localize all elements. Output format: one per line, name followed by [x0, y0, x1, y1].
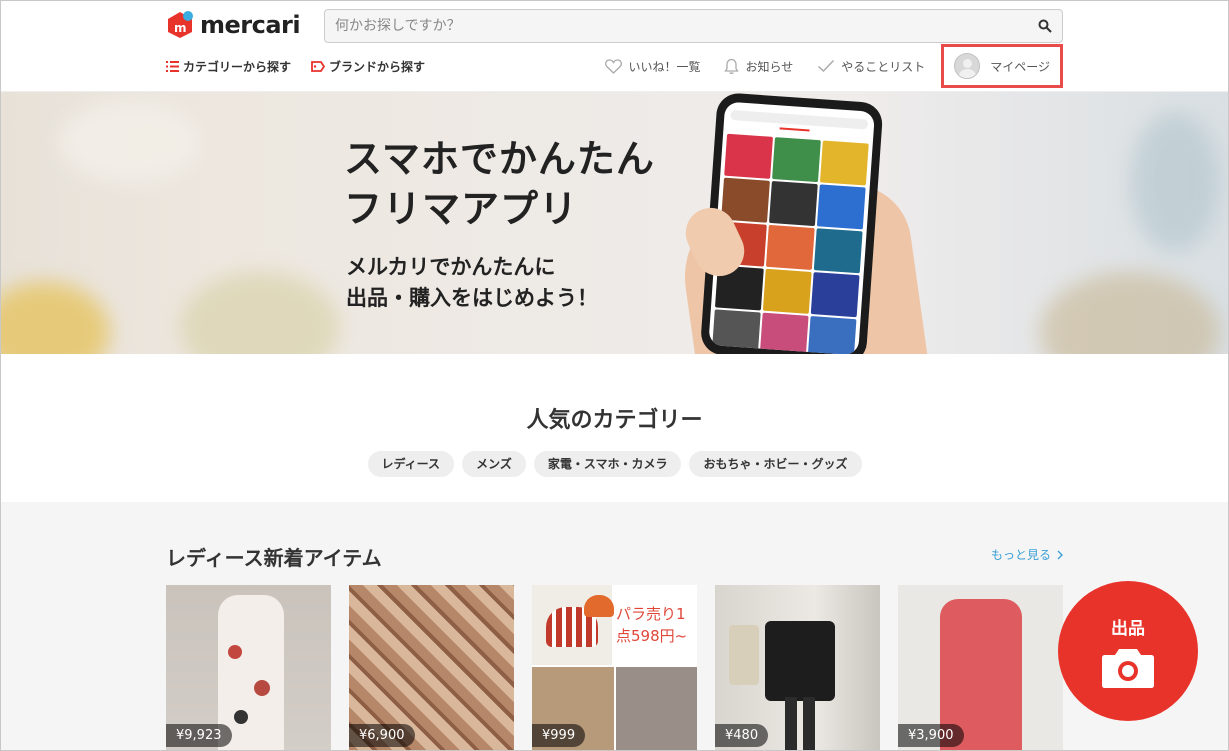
logo-text: mercari [200, 11, 301, 39]
search-button[interactable] [1028, 10, 1062, 42]
item-price: ¥999 [532, 724, 586, 747]
checkmark-icon [818, 59, 835, 73]
chevron-right-icon [1057, 550, 1063, 559]
chip-mens[interactable]: メンズ [462, 451, 526, 477]
item-price: ¥6,900 [349, 724, 415, 747]
phone-thumb [765, 224, 815, 270]
item-photo-pattern [228, 645, 242, 659]
phone-thumb [816, 184, 866, 230]
item-overlay-text: パラ売り1 点598円~ [616, 603, 687, 647]
item-grid: ¥9,923 ¥6,900 パラ売り1 点598円~ ¥999 ¥480 ¥3,… [166, 585, 1063, 751]
item-photo [785, 697, 797, 751]
heart-icon [605, 58, 623, 74]
item-photo [616, 667, 697, 751]
popular-categories-title: 人気のカテゴリー [526, 408, 703, 433]
new-items-title: レディース新着アイテム [166, 546, 382, 570]
nav-category-label: カテゴリーから探す [183, 60, 292, 74]
phone-thumb [813, 228, 863, 274]
search-icon [1038, 19, 1052, 33]
banner-bg-blob [60, 102, 200, 182]
item-photo-pattern [254, 680, 270, 696]
item-price: ¥3,900 [898, 724, 964, 747]
item-photo [729, 625, 759, 685]
logo-mark-letter: m [174, 21, 187, 35]
nav-category-search[interactable]: カテゴリーから探す [166, 58, 291, 75]
hero-banner[interactable]: スマホでかんたん フリマアプリ メルカリでかんたんに 出品・購入をはじめよう！ [0, 92, 1229, 354]
banner-subline: メルカリでかんたんに 出品・購入をはじめよう！ [346, 252, 598, 314]
nav-notifications[interactable]: お知らせ [724, 58, 793, 75]
nav-todo-label: やることリスト [841, 59, 926, 74]
nav-right: いいね！一覧 お知らせ やることリスト マイページ [581, 44, 1063, 88]
nav-notifications-label: お知らせ [745, 59, 794, 74]
mercari-logo-icon: m [166, 11, 194, 39]
item-card[interactable]: パラ売り1 点598円~ ¥999 [532, 585, 697, 751]
nav-left: カテゴリーから探す ブランドから探す [166, 58, 425, 75]
phone-thumb [768, 180, 818, 227]
banner-bg-blob [1040, 272, 1220, 354]
nav-mypage-label: マイページ [990, 59, 1050, 74]
banner-bg-blob [0, 282, 110, 354]
banner-headline-line2: フリマアプリ [344, 187, 579, 231]
nav-mypage[interactable]: マイページ [941, 44, 1063, 88]
item-card[interactable]: ¥480 [715, 585, 880, 751]
phone-thumb [759, 312, 809, 354]
chip-electronics[interactable]: 家電・スマホ・カメラ [533, 451, 682, 477]
list-icon [166, 61, 179, 72]
item-photo [803, 697, 815, 751]
phone-thumb [762, 268, 812, 314]
nav-likes-label: いいね！一覧 [628, 59, 701, 74]
nav-todo-list[interactable]: やることリスト [817, 58, 925, 75]
popular-categories: 人気のカテゴリー レディース メンズ 家電・スマホ・カメラ おもちゃ・ホビー・グ… [0, 354, 1229, 502]
tag-icon [311, 61, 326, 72]
banner-subline-line2: 出品・購入をはじめよう！ [346, 286, 598, 310]
item-price: ¥9,923 [166, 724, 232, 747]
item-overlay-text-line2: 点598円~ [616, 627, 688, 645]
new-items-section: レディース新着アイテム もっと見る ¥9,923 ¥6,900 パラ売り1 点5… [0, 502, 1229, 751]
phone-thumb [772, 137, 821, 183]
item-overlay-text-line1: パラ売り1 [616, 605, 686, 623]
avatar-icon [954, 53, 981, 79]
item-photo-pattern [234, 710, 248, 724]
camera-icon [1102, 648, 1154, 688]
category-chips: レディース メンズ 家電・スマホ・カメラ おもちゃ・ホビー・グッズ [0, 451, 1229, 477]
item-photo-hat [584, 595, 614, 617]
item-card[interactable]: ¥9,923 [166, 585, 331, 751]
sell-button-label: 出品 [1111, 618, 1145, 639]
mercari-logo[interactable]: m mercari [166, 11, 301, 39]
banner-subline-line1: メルカリでかんたんに [346, 255, 556, 279]
phone-tab-indicator [779, 127, 810, 132]
search-input[interactable] [325, 10, 1028, 42]
phone-thumb [807, 316, 857, 354]
chip-ladies[interactable]: レディース [367, 451, 455, 477]
banner-bg-blob [1130, 112, 1220, 252]
phone-thumb [711, 309, 761, 354]
nav-brand-search[interactable]: ブランドから探す [311, 58, 425, 75]
phone-search-bar [730, 109, 869, 130]
sell-button[interactable]: 出品 [1058, 581, 1198, 721]
nav-brand-label: ブランドから探す [329, 60, 426, 74]
site-header: m mercari カテゴリーから探す ブランドから探す いいね！一覧 [0, 0, 1229, 92]
see-more-link[interactable]: もっと見る [991, 546, 1063, 563]
item-card[interactable]: ¥3,900 [898, 585, 1063, 751]
banner-bg-blob [180, 272, 340, 354]
see-more-label: もっと見る [990, 548, 1051, 562]
phone-thumb [810, 272, 860, 318]
item-photo [765, 621, 835, 701]
phone-thumb [724, 133, 773, 179]
search-bar [324, 9, 1063, 43]
banner-headline: スマホでかんたん フリマアプリ [344, 134, 655, 234]
item-card[interactable]: ¥6,900 [349, 585, 514, 751]
chip-toys-hobby[interactable]: おもちゃ・ホビー・グッズ [689, 451, 862, 477]
item-price: ¥480 [715, 724, 769, 747]
phone-thumb [819, 140, 869, 186]
banner-headline-line1: スマホでかんたん [344, 137, 655, 181]
nav-likes[interactable]: いいね！一覧 [605, 58, 700, 75]
bell-icon [724, 58, 740, 74]
